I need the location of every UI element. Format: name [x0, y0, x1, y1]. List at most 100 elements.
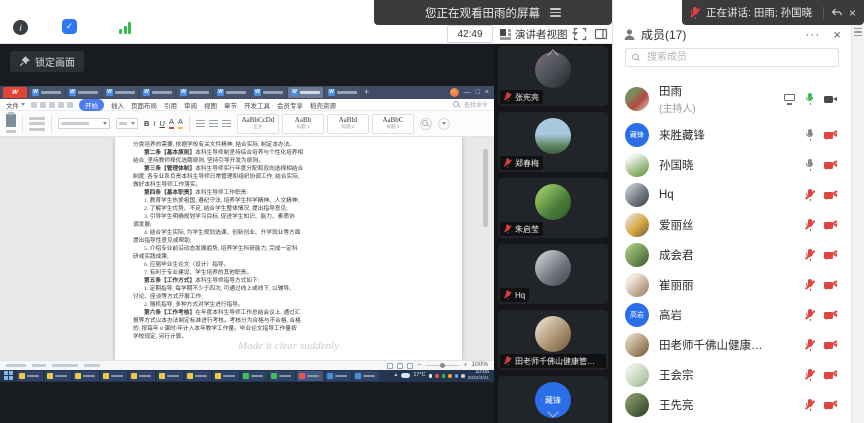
- mic-icon[interactable]: [805, 189, 815, 201]
- video-tile[interactable]: 田老师千佛山健康管理师: [498, 310, 608, 370]
- member-row[interactable]: 田雨 (主持人): [613, 78, 851, 120]
- video-tile[interactable]: Hq: [498, 244, 608, 304]
- ribbon-tab[interactable]: 会员专享: [277, 100, 303, 110]
- document-tab[interactable]: W: [251, 87, 286, 98]
- font-name-select[interactable]: [58, 118, 110, 129]
- camera-icon[interactable]: [824, 280, 837, 290]
- format-button[interactable]: A: [178, 118, 183, 129]
- maximize-icon[interactable]: □: [476, 89, 480, 96]
- view-icon[interactable]: [407, 363, 413, 369]
- reply-arrow-icon[interactable]: [830, 6, 843, 19]
- tray-icon[interactable]: [455, 374, 459, 378]
- document-tab[interactable]: W: [288, 87, 323, 98]
- document-tab[interactable]: W: [66, 87, 101, 98]
- minimize-icon[interactable]: —: [464, 89, 471, 96]
- lock-view-button[interactable]: 锁定画面: [10, 51, 84, 72]
- format-button[interactable]: U: [160, 120, 165, 129]
- format-button[interactable]: B: [144, 120, 149, 129]
- ribbon-tab[interactable]: 视图: [204, 100, 217, 110]
- taskbar-item[interactable]: [101, 371, 127, 381]
- new-tab-button[interactable]: +: [364, 88, 369, 97]
- start-button[interactable]: [3, 371, 15, 381]
- document-tab[interactable]: W: [214, 87, 249, 98]
- ribbon-tab[interactable]: 页面布局: [131, 100, 157, 110]
- camera-icon[interactable]: [824, 340, 837, 350]
- taskbar-item[interactable]: [17, 371, 43, 381]
- style-card[interactable]: AaBbI标题 2: [327, 114, 369, 134]
- member-row[interactable]: 藏锋 来胜藏锋: [613, 120, 851, 150]
- taskbar-item[interactable]: [213, 371, 239, 381]
- ribbon-tab[interactable]: 开发工具: [244, 100, 270, 110]
- meeting-info-icon[interactable]: i: [13, 20, 28, 35]
- font-size-select[interactable]: [116, 118, 138, 129]
- taskbar-item[interactable]: [157, 371, 183, 381]
- panel-menu-icon[interactable]: [854, 28, 862, 36]
- mic-icon[interactable]: [805, 309, 815, 321]
- member-row[interactable]: 王先亮: [613, 390, 851, 420]
- style-card[interactable]: AaBbC标题 3: [372, 114, 414, 134]
- ribbon-tab[interactable]: 章节: [224, 100, 237, 110]
- zoom-slider[interactable]: [425, 365, 459, 367]
- camera-icon[interactable]: [824, 250, 837, 260]
- camera-icon[interactable]: [824, 160, 837, 170]
- taskbar-item[interactable]: [325, 371, 351, 381]
- camera-icon[interactable]: [824, 94, 837, 104]
- camera-icon[interactable]: [824, 310, 837, 320]
- paragraph-group[interactable]: [196, 120, 231, 128]
- mic-icon[interactable]: [805, 129, 815, 141]
- document-tab[interactable]: W: [29, 87, 64, 98]
- document-tab[interactable]: W: [103, 87, 138, 98]
- zoom-in-button[interactable]: +: [463, 362, 467, 369]
- document-tab[interactable]: W: [140, 87, 175, 98]
- tray-icon[interactable]: [429, 374, 433, 378]
- security-shield-icon[interactable]: ✓: [62, 19, 77, 34]
- mic-icon[interactable]: [805, 219, 815, 231]
- quick-access-icons[interactable]: [31, 102, 73, 108]
- member-row[interactable]: 田老师千佛山健康管理师: [613, 330, 851, 360]
- mic-icon[interactable]: [805, 399, 815, 411]
- taskbar-item[interactable]: [185, 371, 211, 381]
- view-icon[interactable]: [397, 363, 403, 369]
- document-tab[interactable]: W: [177, 87, 212, 98]
- tray-expand-icon[interactable]: ▲: [393, 373, 398, 378]
- taskbar-item[interactable]: [73, 371, 99, 381]
- document-tab[interactable]: W: [325, 87, 360, 98]
- tray-icon[interactable]: [442, 374, 446, 378]
- search-input[interactable]: [645, 51, 832, 64]
- clipboard-group[interactable]: [29, 117, 45, 131]
- tray-icon[interactable]: [448, 374, 452, 378]
- camera-icon[interactable]: [824, 370, 837, 380]
- taskbar-item[interactable]: [45, 371, 71, 381]
- paste-button[interactable]: [6, 114, 16, 133]
- ribbon-tab[interactable]: 插入: [111, 100, 124, 110]
- fullscreen-button[interactable]: [573, 27, 587, 41]
- mic-icon[interactable]: [805, 279, 815, 291]
- zoom-out-button[interactable]: −: [417, 362, 421, 369]
- mic-icon[interactable]: [805, 249, 815, 261]
- wps-account-avatar[interactable]: [450, 88, 459, 97]
- select-button[interactable]: [438, 118, 450, 130]
- format-button[interactable]: I: [153, 120, 155, 129]
- tray-icon[interactable]: [461, 374, 465, 378]
- member-row[interactable]: 成会君: [613, 240, 851, 270]
- taskbar-item[interactable]: [129, 371, 155, 381]
- taskbar-item[interactable]: [353, 371, 379, 381]
- ribbon-tab[interactable]: 审阅: [184, 100, 197, 110]
- layout-toggle-button[interactable]: [594, 27, 608, 41]
- view-mode-button[interactable]: 演讲者视图: [500, 24, 578, 44]
- ribbon-tab[interactable]: 开始: [79, 99, 104, 111]
- find-command[interactable]: 查找命令: [453, 100, 488, 109]
- video-tile[interactable]: 郑春梅: [498, 112, 608, 172]
- view-icon[interactable]: [387, 363, 393, 369]
- style-card[interactable]: AaBb标题 1: [282, 114, 324, 134]
- member-row[interactable]: 孙国晓: [613, 150, 851, 180]
- banner-close-icon[interactable]: ×: [849, 7, 856, 19]
- video-tile[interactable]: 朱启莹: [498, 178, 608, 238]
- banner-menu-icon[interactable]: [550, 8, 561, 16]
- window-close-icon[interactable]: ×: [485, 89, 489, 96]
- taskbar-clock[interactable]: 10:052022/4/21: [468, 370, 489, 381]
- taskbar-item[interactable]: [269, 371, 295, 381]
- member-row[interactable]: Hq: [613, 180, 851, 210]
- ribbon-tab[interactable]: 稻壳资源: [310, 100, 336, 110]
- mic-icon[interactable]: [805, 369, 815, 381]
